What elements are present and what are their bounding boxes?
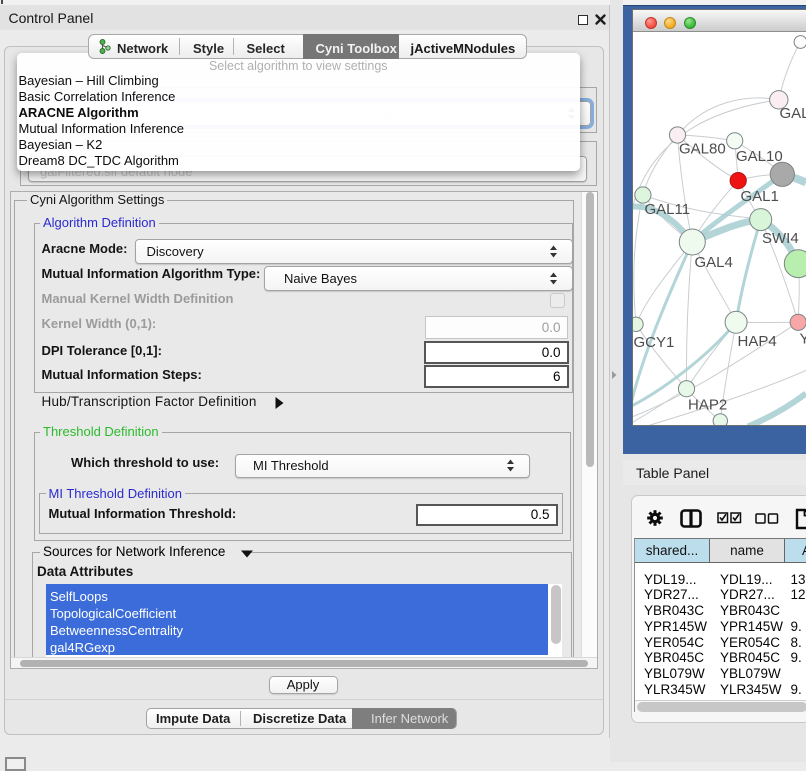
svg-text:GCY1: GCY1: [634, 334, 675, 351]
svg-text:SWI4: SWI4: [762, 230, 799, 247]
svg-text:HAP4: HAP4: [738, 333, 777, 350]
svg-text:GAL: GAL: [780, 105, 806, 122]
svg-text:HAP2: HAP2: [688, 396, 727, 413]
svg-text:GAL80: GAL80: [679, 140, 726, 157]
svg-text:GAL11: GAL11: [645, 201, 691, 218]
svg-text:GAL10: GAL10: [736, 148, 783, 165]
svg-text:GAL4: GAL4: [695, 254, 733, 271]
svg-text:GAL1: GAL1: [741, 188, 779, 205]
svg-text:Y: Y: [800, 330, 806, 347]
